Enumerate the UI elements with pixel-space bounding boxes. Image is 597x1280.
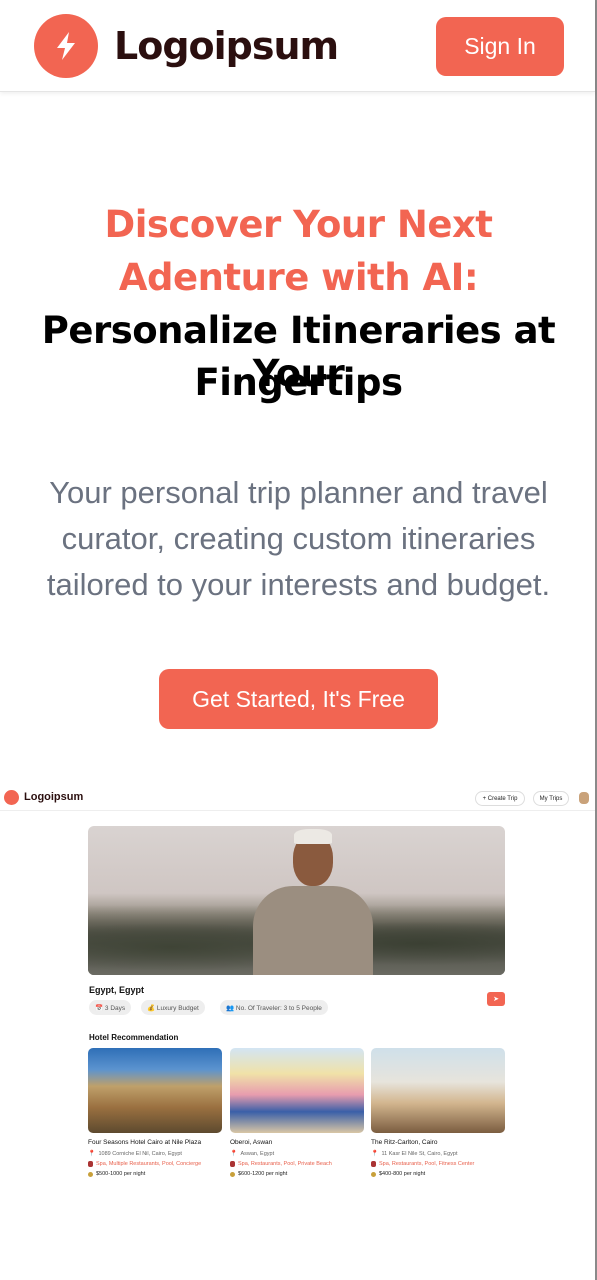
hero-accent-line-1: Discover Your Next [104,203,493,246]
location-pin-icon: 📍 [88,1151,96,1157]
preview-person-body [253,886,373,975]
amenities-icon [88,1161,93,1167]
preview-chip-budget: 💰 Luxury Budget [141,1000,205,1015]
hero-subtitle-line-2: curator, creating custom itineraries [61,521,536,556]
preview-hotel-address: Aswan, Egypt [240,1150,275,1157]
preview-hotel-name: The Ritz-Carlton, Cairo [371,1139,438,1146]
hero-accent-line-2: Adenture with AI: [118,256,479,299]
preview-share-icon: ➤ [487,992,505,1006]
money-bag-icon [371,1171,376,1177]
preview-hotel-card: The Ritz-Carlton, Cairo 📍 11 Kasr El Nile… [371,1048,505,1177]
preview-hotel-amenities: Spa, Restaurants, Pool, Private Beach [238,1161,332,1167]
amenities-icon [371,1161,376,1167]
preview-hotel-address: 1089 Corniche El Nil, Cairo, Egypt [98,1150,182,1157]
preview-hotel-card: Four Seasons Hotel Cairo at Nile Plaza 📍… [88,1048,222,1177]
preview-hotel-amenities: Spa, Multiple Restaurants, Pool, Concier… [96,1161,202,1167]
hero-subtitle-line-3: tailored to your interests and budget. [46,567,551,602]
preview-hotel-name: Oberoi, Aswan [230,1139,273,1146]
get-started-button[interactable]: Get Started, It's Free [159,669,438,729]
preview-hotel-price: $600-1200 per night [238,1171,288,1177]
preview-hotel-address: 11 Kasr El Nile St, Cairo, Egypt [381,1150,458,1157]
preview-hotel-photo [88,1048,222,1133]
amenities-icon [230,1161,235,1167]
preview-section-title: Hotel Recommendation [89,1033,179,1042]
preview-hotel-price: $500-1000 per night [96,1171,146,1177]
hero-heading-line-2: Fingertips [194,361,403,404]
hero-subtitle-line-1: Your personal trip planner and travel [49,475,548,510]
preview-hotel-photo [371,1048,505,1133]
preview-person-cap [294,829,332,844]
preview-avatar [579,792,589,804]
location-pin-icon: 📍 [371,1151,379,1157]
preview-hotel-amenities: Spa, Restaurants, Pool, Fitness Center [379,1161,475,1167]
logo-text[interactable]: Logoipsum [114,24,339,68]
preview-chip-days: 📅 3 Days [89,1000,132,1015]
preview-logo-bolt-icon [4,790,19,805]
preview-navbar: Logoipsum + Create Trip My Trips [0,783,595,811]
preview-trip-title: Egypt, Egypt [89,985,145,995]
preview-hotel-photo [230,1048,364,1133]
app-preview-image: Logoipsum + Create Trip My Trips Egypt, … [0,783,595,1203]
location-pin-icon: 📍 [230,1151,238,1157]
money-bag-icon [230,1171,235,1177]
preview-logo-text: Logoipsum [24,791,84,803]
top-navbar: Logoipsum Sign In [0,0,595,92]
preview-chip-travelers: 👥 No. Of Traveler: 3 to 5 People [220,1000,328,1015]
preview-create-trip-button: + Create Trip [475,791,525,806]
preview-my-trips-button: My Trips [533,791,569,806]
preview-hotel-price: $400-800 per night [379,1171,426,1177]
preview-hotel-name: Four Seasons Hotel Cairo at Nile Plaza [88,1139,202,1146]
preview-hotel-card: Oberoi, Aswan 📍 Aswan, Egypt Spa, Restaur… [230,1048,364,1177]
money-bag-icon [88,1171,93,1177]
preview-destination-photo [88,826,505,975]
logo-bolt-icon[interactable] [34,14,98,78]
sign-in-button[interactable]: Sign In [436,17,564,76]
